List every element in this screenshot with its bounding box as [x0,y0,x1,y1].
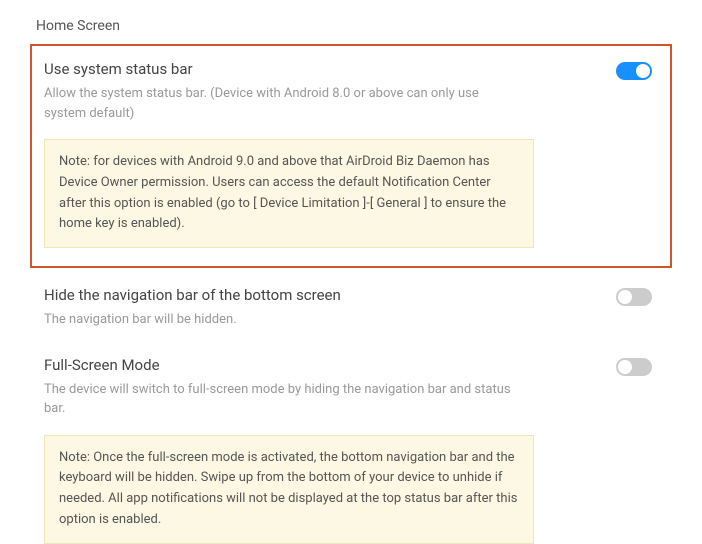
section-header: Home Screen [36,18,672,34]
setting-section-nav-bar: Hide the navigation bar of the bottom sc… [30,286,672,330]
setting-title-fullscreen: Full-Screen Mode [44,356,524,374]
toggle-knob [618,360,632,374]
setting-title-status-bar: Use system status bar [44,60,524,78]
setting-description-status-bar: Allow the system status bar. (Device wit… [44,84,524,123]
setting-title-nav-bar: Hide the navigation bar of the bottom sc… [44,286,524,304]
toggle-fullscreen[interactable] [616,358,652,376]
toggle-knob [636,64,650,78]
setting-section-fullscreen: Full-Screen Mode The device will switch … [30,356,672,544]
toggle-nav-bar[interactable] [616,288,652,306]
note-fullscreen: Note: Once the full-screen mode is activ… [44,435,534,544]
setting-description-fullscreen: The device will switch to full-screen mo… [44,380,524,419]
toggle-knob [618,290,632,304]
highlighted-setting-section: Use system status bar Allow the system s… [30,44,672,268]
setting-description-nav-bar: The navigation bar will be hidden. [44,310,524,330]
note-status-bar: Note: for devices with Android 9.0 and a… [44,139,534,248]
toggle-status-bar[interactable] [616,62,652,80]
